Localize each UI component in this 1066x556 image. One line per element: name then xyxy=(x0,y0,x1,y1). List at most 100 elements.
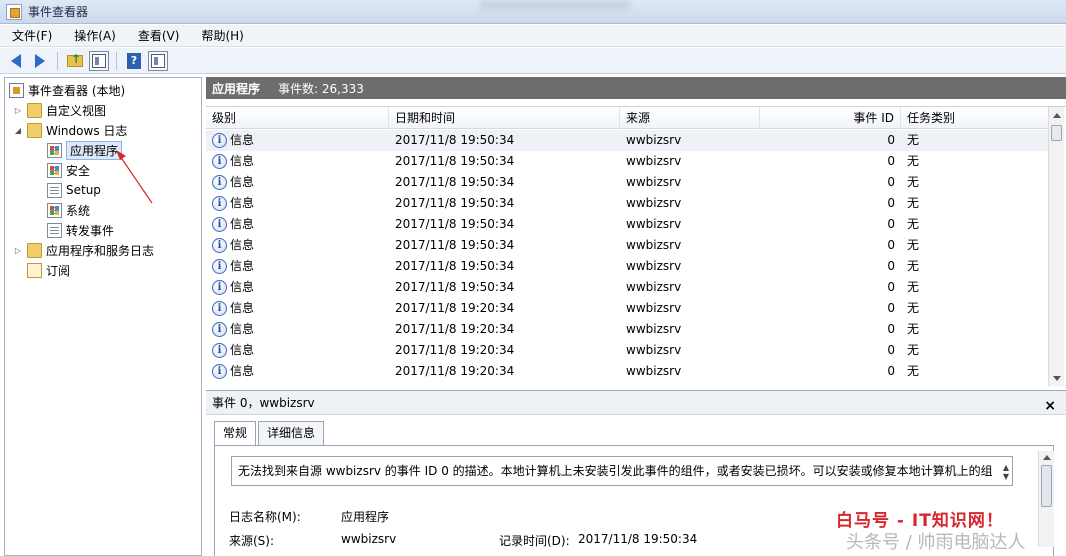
table-row[interactable]: i 信息 2017/11/8 19:20:34 wwbizsrv 0 无 xyxy=(206,340,1048,361)
cell-datetime: 2017/11/8 19:50:34 xyxy=(395,154,515,168)
scroll-thumb[interactable] xyxy=(1051,125,1062,141)
scroll-up-icon[interactable] xyxy=(1043,455,1051,460)
cell-event-id: 0 xyxy=(887,175,895,189)
table-row[interactable]: i 信息 2017/11/8 19:50:34 wwbizsrv 0 无 xyxy=(206,256,1048,277)
cell-category: 无 xyxy=(907,175,920,189)
tree-item-forwarded-events[interactable]: 转发事件 xyxy=(47,220,114,240)
tree-item-setup[interactable]: Setup xyxy=(47,180,101,200)
cell-datetime: 2017/11/8 19:50:34 xyxy=(395,196,515,210)
cell-source: wwbizsrv xyxy=(626,301,682,315)
up-level-button[interactable] xyxy=(65,51,85,71)
title-bar: 事件查看器 xyxy=(0,0,1066,24)
collapse-icon[interactable]: ◢ xyxy=(13,126,23,135)
detail-tabs: 常规 详细信息 xyxy=(214,421,326,446)
folder-icon xyxy=(27,122,42,138)
scroll-up-icon[interactable] xyxy=(1053,113,1061,118)
close-icon[interactable]: × xyxy=(1044,394,1056,418)
table-row[interactable]: i 信息 2017/11/8 19:50:34 wwbizsrv 0 无 xyxy=(206,235,1048,256)
event-count: 事件数: 26,333 xyxy=(278,81,364,96)
tree-item-subscriptions[interactable]: 订阅 xyxy=(27,260,70,280)
cell-datetime: 2017/11/8 19:20:34 xyxy=(395,322,515,336)
menu-help[interactable]: 帮助(H) xyxy=(195,26,249,46)
cell-source: wwbizsrv xyxy=(626,196,682,210)
record-time-value: 2017/11/8 19:50:34 xyxy=(578,532,698,546)
tree-item-security[interactable]: 安全 xyxy=(47,160,90,180)
cell-event-id: 0 xyxy=(887,259,895,273)
cell-level: 信息 xyxy=(230,238,255,252)
info-icon: i xyxy=(212,217,227,232)
scroll-down-icon[interactable] xyxy=(1053,376,1061,381)
table-row[interactable]: i 信息 2017/11/8 19:20:34 wwbizsrv 0 无 xyxy=(206,298,1048,319)
tree-item-system[interactable]: 系统 xyxy=(47,200,90,220)
window-title: 事件查看器 xyxy=(28,5,89,19)
menu-file[interactable]: 文件(F) xyxy=(6,26,58,46)
column-level[interactable]: 级别 xyxy=(206,107,389,129)
info-icon: i xyxy=(212,154,227,169)
log-name-value: 应用程序 xyxy=(341,510,390,524)
blurred-region xyxy=(480,0,630,10)
table-row[interactable]: i 信息 2017/11/8 19:50:34 wwbizsrv 0 无 xyxy=(206,277,1048,298)
cell-source: wwbizsrv xyxy=(626,238,682,252)
info-icon: i xyxy=(212,175,227,190)
log-name: 应用程序 xyxy=(212,81,261,96)
tree-root[interactable]: 事件查看器 (本地) xyxy=(9,80,125,100)
column-event-id[interactable]: 事件 ID xyxy=(760,107,901,129)
expand-icon[interactable]: ▷ xyxy=(13,246,23,255)
tree-item-label: 应用程序 xyxy=(66,140,123,160)
subscription-icon xyxy=(27,262,42,278)
cell-category: 无 xyxy=(907,196,920,210)
tree-item-custom-views[interactable]: ▷ 自定义视图 xyxy=(13,100,106,120)
info-icon: i xyxy=(212,196,227,211)
cell-datetime: 2017/11/8 19:20:34 xyxy=(395,364,515,378)
tree-item-label: Windows 日志 xyxy=(46,123,128,138)
setup-log-icon xyxy=(47,182,62,198)
tree-item-windows-logs[interactable]: ◢ Windows 日志 xyxy=(13,120,127,140)
cell-level: 信息 xyxy=(230,154,255,168)
cell-datetime: 2017/11/8 19:50:34 xyxy=(395,175,515,189)
system-log-icon xyxy=(47,202,62,218)
menu-action[interactable]: 操作(A) xyxy=(68,26,122,46)
cell-datetime: 2017/11/8 19:50:34 xyxy=(395,280,515,294)
description-box[interactable]: 无法找到来自源 wwbizsrv 的事件 ID 0 的描述。本地计算机上未安装引… xyxy=(231,456,1013,486)
tab-details[interactable]: 详细信息 xyxy=(258,421,325,445)
tree-item-application[interactable]: 应用程序 xyxy=(47,140,123,160)
table-row[interactable]: i 信息 2017/11/8 19:50:34 wwbizsrv 0 无 xyxy=(206,130,1048,151)
cell-level: 信息 xyxy=(230,364,255,378)
cell-event-id: 0 xyxy=(887,280,895,294)
event-viewer-icon xyxy=(6,3,22,20)
table-row[interactable]: i 信息 2017/11/8 19:50:34 wwbizsrv 0 无 xyxy=(206,172,1048,193)
show-hide-action-pane-button[interactable] xyxy=(148,50,168,71)
table-row[interactable]: i 信息 2017/11/8 19:50:34 wwbizsrv 0 无 xyxy=(206,214,1048,235)
info-icon: i xyxy=(212,133,227,148)
cell-datetime: 2017/11/8 19:20:34 xyxy=(395,301,515,315)
table-row[interactable]: i 信息 2017/11/8 19:20:34 wwbizsrv 0 无 xyxy=(206,319,1048,340)
table-row[interactable]: i 信息 2017/11/8 19:50:34 wwbizsrv 0 无 xyxy=(206,151,1048,172)
cell-source: wwbizsrv xyxy=(626,364,682,378)
cell-event-id: 0 xyxy=(887,217,895,231)
table-row[interactable]: i 信息 2017/11/8 19:20:34 wwbizsrv 0 无 xyxy=(206,361,1048,382)
spin-arrows-icon[interactable]: ▲ ▼ xyxy=(1003,463,1009,481)
tab-general[interactable]: 常规 xyxy=(214,421,257,446)
help-button[interactable]: ? xyxy=(124,51,144,71)
tree-item-app-service-logs[interactable]: ▷ 应用程序和服务日志 xyxy=(13,240,154,260)
cell-event-id: 0 xyxy=(887,322,895,336)
cell-source: wwbizsrv xyxy=(626,343,682,357)
table-row[interactable]: i 信息 2017/11/8 19:50:34 wwbizsrv 0 无 xyxy=(206,193,1048,214)
events-table: 级别 日期和时间 来源 事件 ID 任务类别 i 信息 2017/11/8 19:5… xyxy=(206,106,1066,386)
cell-level: 信息 xyxy=(230,280,255,294)
column-headers: 级别 日期和时间 来源 事件 ID 任务类别 xyxy=(206,107,1048,129)
menu-view[interactable]: 查看(V) xyxy=(132,26,186,46)
scroll-thumb[interactable] xyxy=(1041,465,1052,507)
column-task-category[interactable]: 任务类别 xyxy=(901,107,1048,129)
column-source[interactable]: 来源 xyxy=(620,107,760,129)
events-scrollbar[interactable] xyxy=(1048,107,1064,386)
forward-button[interactable] xyxy=(30,51,50,71)
cell-datetime: 2017/11/8 19:20:34 xyxy=(395,343,515,357)
detail-scrollbar[interactable] xyxy=(1038,451,1054,547)
column-datetime[interactable]: 日期和时间 xyxy=(389,107,620,129)
expand-icon[interactable]: ▷ xyxy=(13,106,23,115)
show-hide-tree-button[interactable] xyxy=(89,50,109,71)
cell-datetime: 2017/11/8 19:50:34 xyxy=(395,238,515,252)
cell-source: wwbizsrv xyxy=(626,133,682,147)
back-button[interactable] xyxy=(6,51,26,71)
